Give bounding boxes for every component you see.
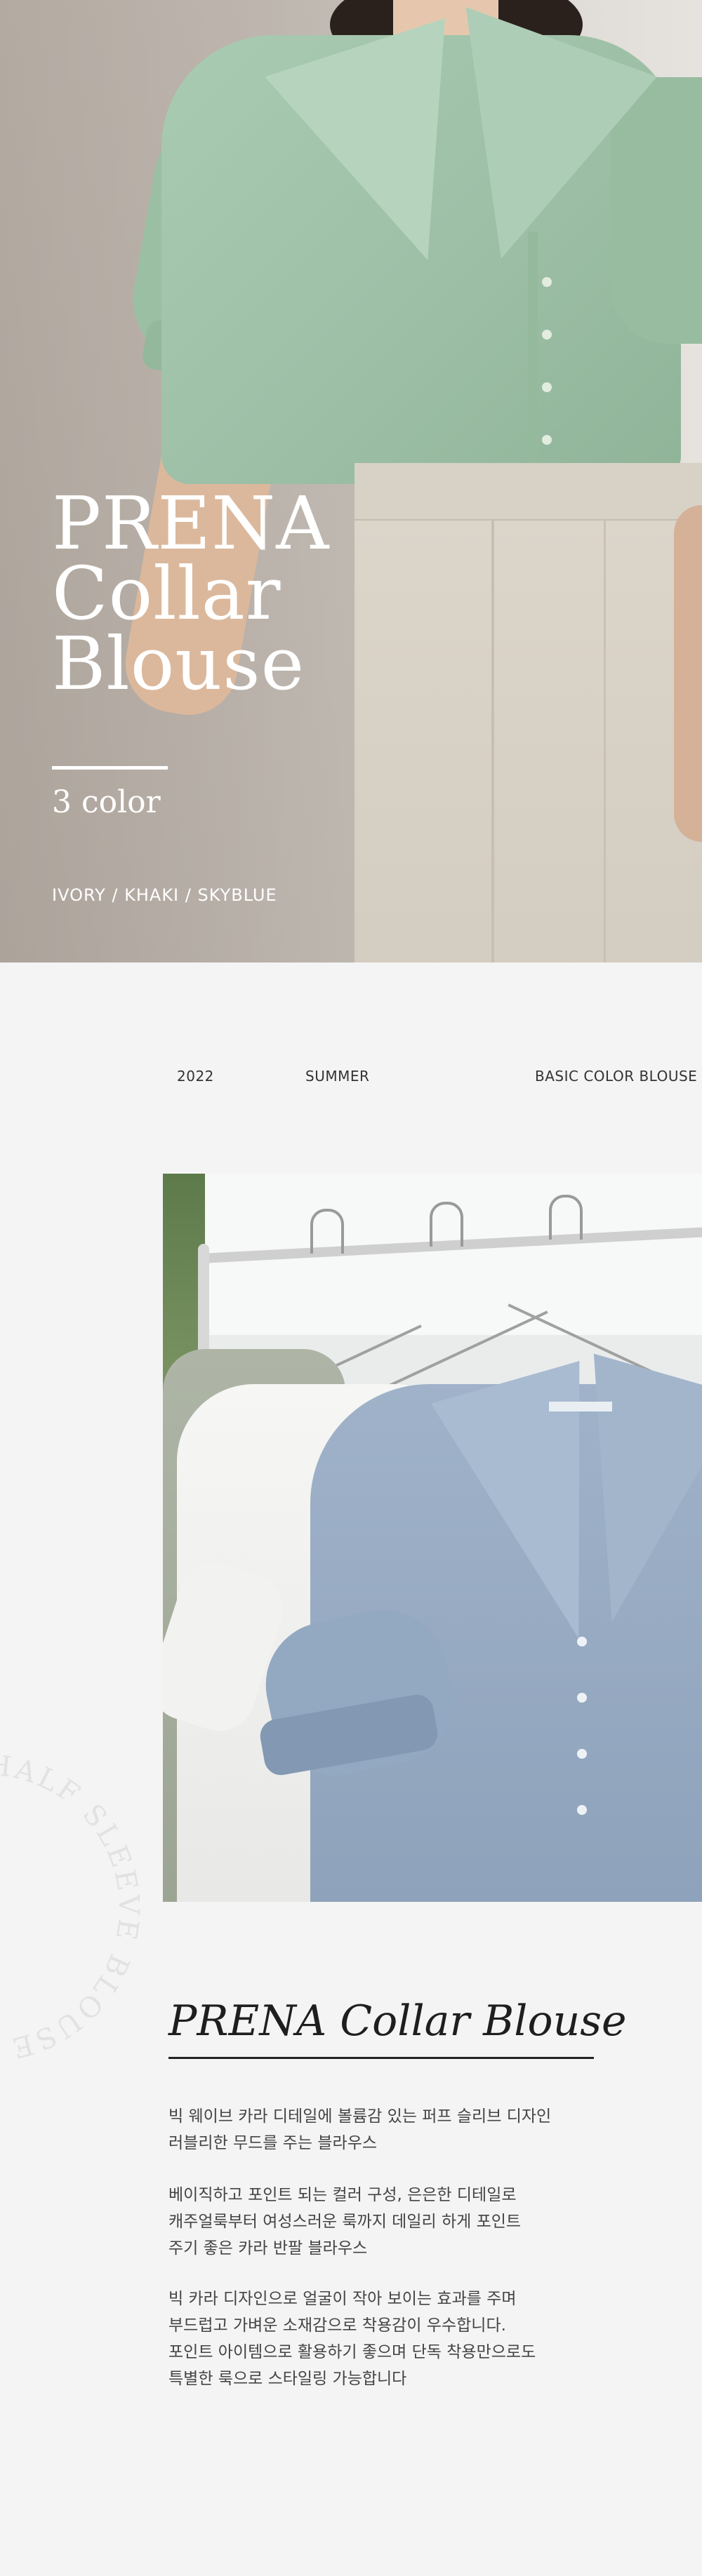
description-line: 부드럽고 가벼운 소재감으로 착용감이 우수합니다. — [168, 2316, 506, 2335]
description-line: 빅 카라 디자인으로 얼굴이 작아 보이는 효과를 주며 — [168, 2290, 517, 2308]
product-photo — [163, 1174, 702, 1902]
svg-text:HALF SLEEVE BLOUSE: HALF SLEEVE BLOUSE — [0, 1749, 145, 2065]
title-underline — [168, 2057, 594, 2059]
hero-title-line: Blouse — [52, 621, 305, 706]
info-year: 2022 — [177, 1068, 214, 1085]
description-paragraph: 빅 웨이브 카라 디테일에 볼륨감 있는 퍼프 슬리브 디자인 러블리한 무드를… — [168, 2103, 551, 2156]
description-line: 포인트 아이템으로 활용하기 좋으며 단독 착용만으로도 — [168, 2343, 536, 2361]
product-title: PRENA Collar Blouse — [168, 1997, 627, 2046]
description-line: 베이직하고 포인트 되는 컬러 구성, 은은한 디테일로 — [168, 2186, 517, 2204]
hero-divider — [52, 766, 168, 770]
info-category: BASIC COLOR BLOUSE — [535, 1068, 698, 1085]
curved-text: HALF SLEEVE BLOUSE — [0, 1749, 142, 2065]
description-paragraph: 베이직하고 포인트 되는 컬러 구성, 은은한 디테일로 캐주얼룩부터 여성스러… — [168, 2182, 521, 2262]
description-line: 특별한 룩으로 스타일링 가능합니다 — [168, 2370, 407, 2388]
hero-title: PRENA Collar Blouse — [52, 481, 330, 706]
curved-text-ring: HALF SLEEVE BLOUSE — [0, 1749, 145, 2065]
description-line: 캐주얼룩부터 여성스러운 룩까지 데일리 하게 포인트 — [168, 2213, 522, 2231]
color-count: 3 color — [52, 784, 161, 820]
hero-title-line: Collar — [52, 551, 282, 636]
hero-title-line: PRENA — [52, 481, 330, 566]
description-line: 러블리한 무드를 주는 블라우스 — [168, 2134, 378, 2152]
description-paragraph: 빅 카라 디자인으로 얼굴이 작아 보이는 효과를 주며 부드럽고 가벼운 소재… — [168, 2286, 536, 2392]
description-line: 빅 웨이브 카라 디테일에 볼륨감 있는 퍼프 슬리브 디자인 — [168, 2107, 552, 2126]
info-season: SUMMER — [305, 1068, 370, 1085]
description-line: 주기 좋은 카라 반팔 블라우스 — [168, 2239, 368, 2258]
hero-banner: PRENA Collar Blouse 3 color IVORY / KHAK… — [0, 0, 702, 962]
color-list: IVORY / KHAKI / SKYBLUE — [52, 885, 277, 905]
